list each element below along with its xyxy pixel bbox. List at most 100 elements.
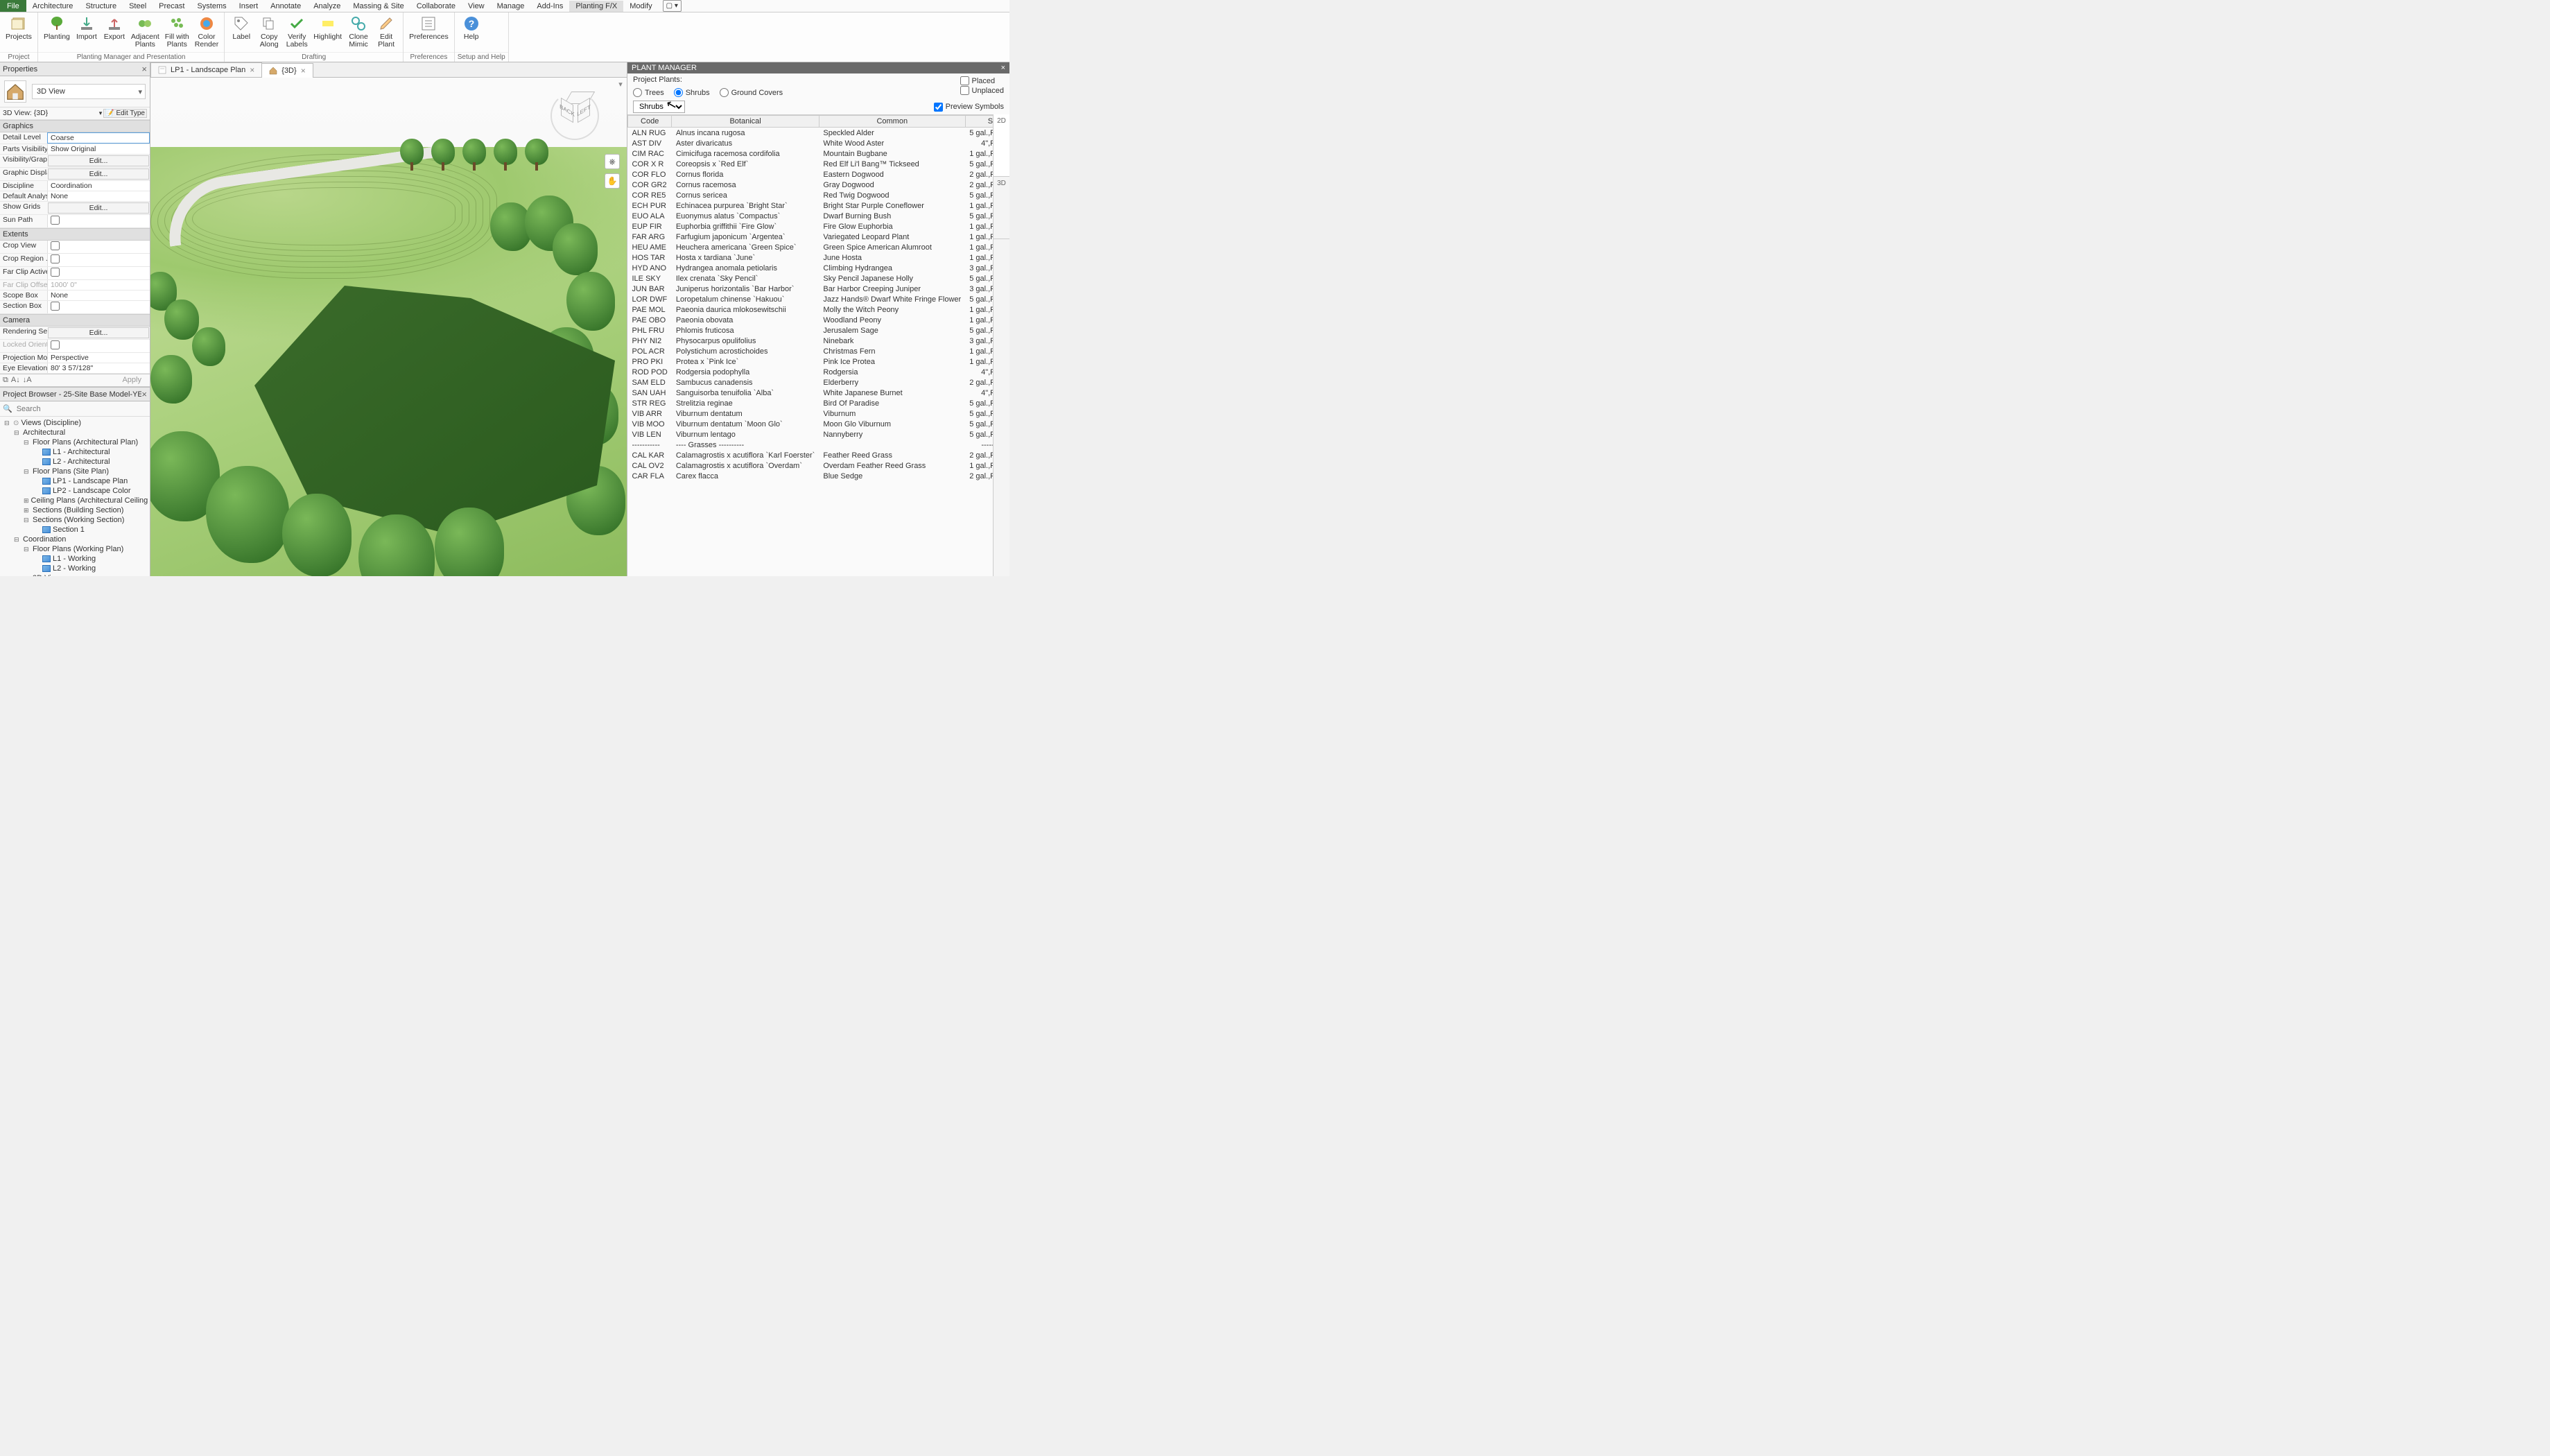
prop-row[interactable]: Detail LevelCoarse (0, 132, 150, 144)
prop-row[interactable]: Crop View (0, 241, 150, 254)
table-row[interactable]: COR FLOCornus floridaEastern Dogwood2 ga… (628, 169, 994, 180)
table-row[interactable]: HEU AMEHeuchera americana `Green Spice`G… (628, 242, 994, 252)
close-icon[interactable]: × (250, 65, 254, 75)
ribbon-fill-with-plants-button[interactable]: Fill withPlants (162, 14, 192, 50)
tree-node[interactable]: ⊟⊙Views (Discipline) (0, 418, 150, 428)
ribbon-preferences-button[interactable]: Preferences (406, 14, 451, 42)
table-row[interactable]: PAE MOLPaeonia daurica mlokosewitschiiMo… (628, 304, 994, 315)
tree-node[interactable]: ⊞Ceiling Plans (Architectural Ceiling Pl… (0, 496, 150, 505)
side-tab-2d[interactable]: 2D (994, 114, 1009, 177)
search-input[interactable] (17, 405, 147, 413)
table-row[interactable]: PHL FRUPhlomis fruticosaJerusalem Sage5 … (628, 325, 994, 336)
ribbon-import-button[interactable]: Import (73, 14, 101, 42)
expander-icon[interactable]: ⊞ (24, 497, 29, 505)
nav-hand-icon[interactable]: ✋ (605, 173, 620, 189)
menu-insert[interactable]: Insert (233, 1, 265, 12)
tree-node[interactable]: ⊟Floor Plans (Architectural Plan) (0, 437, 150, 447)
project-tree[interactable]: ⊟⊙Views (Discipline)⊟Architectural⊟Floor… (0, 417, 150, 576)
radio-shrubs[interactable]: Shrubs (674, 88, 710, 97)
prop-row[interactable]: Far Clip Active (0, 267, 150, 280)
ribbon-clone-mimic-button[interactable]: CloneMimic (345, 14, 372, 50)
table-row[interactable]: SAN UAHSanguisorba tenuifolia `Alba`Whit… (628, 388, 994, 398)
table-row[interactable]: VIB MOOViburnum dentatum `Moon Glo`Moon … (628, 419, 994, 429)
ribbon-export-button[interactable]: Export (101, 14, 128, 42)
table-row[interactable]: PHY NI2Physocarpus opulifoliusNinebark3 … (628, 336, 994, 346)
menu-massing-site[interactable]: Massing & Site (347, 1, 410, 12)
table-row[interactable]: CAR FLACarex flaccaBlue Sedge2 gal.,Pot (628, 471, 994, 481)
menu-manage[interactable]: Manage (491, 1, 531, 12)
ribbon-label-button[interactable]: Label (227, 14, 255, 42)
table-row[interactable]: VIB ARRViburnum dentatumViburnum5 gal.,P… (628, 408, 994, 419)
tree-node[interactable]: ⊟Architectural (0, 428, 150, 437)
menu-steel[interactable]: Steel (123, 1, 153, 12)
close-icon[interactable]: × (301, 66, 306, 76)
menu-annotate[interactable]: Annotate (264, 1, 307, 12)
sort-asc-icon[interactable]: A↓ (11, 376, 20, 385)
prop-row[interactable]: Graphic Displa...Edit... (0, 168, 150, 181)
table-row[interactable]: ROD PODRodgersia podophyllaRodgersia4",P… (628, 367, 994, 377)
tree-node[interactable]: ⊟Sections (Working Section) (0, 515, 150, 525)
menu-architecture[interactable]: Architecture (26, 1, 80, 12)
menu-collaborate[interactable]: Collaborate (410, 1, 462, 12)
expander-icon[interactable]: ⊞ (24, 507, 31, 514)
table-row[interactable]: SAM ELDSambucus canadensisElderberry2 ga… (628, 377, 994, 388)
ribbon-adjacent-plants-button[interactable]: AdjacentPlants (128, 14, 162, 50)
menu-structure[interactable]: Structure (79, 1, 123, 12)
expander-icon[interactable]: ⊟ (24, 468, 31, 476)
menu-precast[interactable]: Precast (153, 1, 191, 12)
check-unplaced[interactable]: Unplaced (960, 86, 1004, 95)
table-row[interactable]: CAL KARCalamagrostis x acutiflora `Karl … (628, 450, 994, 460)
expander-icon[interactable]: ⊟ (24, 517, 31, 524)
tree-node[interactable]: LP2 - Landscape Color (0, 486, 150, 496)
expander-icon[interactable]: ⊟ (14, 536, 21, 544)
table-row[interactable]: HYD ANOHydrangea anomala petiolarisClimb… (628, 263, 994, 273)
ribbon-projects-button[interactable]: Projects (3, 14, 35, 42)
ribbon-verify-labels-button[interactable]: VerifyLabels (283, 14, 311, 50)
ribbon-color-render-button[interactable]: ColorRender (192, 14, 221, 50)
type-selector[interactable]: 3D View (32, 84, 146, 99)
tree-node[interactable]: L2 - Working (0, 564, 150, 573)
menu-modify[interactable]: Modify (623, 1, 658, 12)
table-row[interactable]: --------------- Grasses ----------------… (628, 440, 994, 450)
sort-desc-icon[interactable]: ↓A (23, 376, 32, 385)
radio-ground-covers[interactable]: Ground Covers (720, 88, 783, 97)
menu-systems[interactable]: Systems (191, 1, 232, 12)
tree-node[interactable]: ⊟3D Views (0, 573, 150, 576)
expander-icon[interactable]: ⊟ (14, 429, 21, 437)
table-row[interactable]: EUO ALAEuonymus alatus `Compactus`Dwarf … (628, 211, 994, 221)
table-row[interactable]: STR REGStrelitzia reginaeBird Of Paradis… (628, 398, 994, 408)
tree-node[interactable]: L1 - Architectural (0, 447, 150, 457)
side-tab-3d[interactable]: 3D (994, 177, 1009, 239)
prop-row[interactable]: Default Analys...None (0, 191, 150, 202)
menu-ext-dropdown-icon[interactable]: ▢ ▾ (663, 0, 682, 12)
table-row[interactable]: COR GR2Cornus racemosaGray Dogwood2 gal.… (628, 180, 994, 190)
tree-node[interactable]: ⊞Sections (Building Section) (0, 505, 150, 515)
prop-row[interactable]: Eye Elevation80' 3 57/128" (0, 363, 150, 374)
menu-add-ins[interactable]: Add-Ins (530, 1, 569, 12)
prop-row[interactable]: Show GridsEdit... (0, 202, 150, 215)
prop-row[interactable]: Far Clip Offset1000' 0" (0, 280, 150, 291)
doc-tab[interactable]: LP1 - Landscape Plan× (150, 62, 262, 77)
table-row[interactable]: POL ACRPolystichum acrostichoidesChristm… (628, 346, 994, 356)
prop-row[interactable]: Scope BoxNone (0, 291, 150, 301)
close-icon[interactable]: × (141, 389, 147, 399)
prop-row[interactable]: Section Box (0, 301, 150, 314)
table-row[interactable]: LOR DWFLoropetalum chinense `Hakuou`Jazz… (628, 294, 994, 304)
prop-row[interactable]: Sun Path (0, 215, 150, 228)
table-row[interactable]: ALN RUGAlnus incana rugosaSpeckled Alder… (628, 128, 994, 139)
instance-dropdown-icon[interactable]: ▾ (99, 110, 103, 117)
prop-category[interactable]: Camera (0, 314, 150, 327)
prop-row[interactable]: Locked Orient... (0, 340, 150, 353)
prop-category[interactable]: Graphics (0, 120, 150, 132)
col-common[interactable]: Common (819, 116, 965, 128)
tree-node[interactable]: LP1 - Landscape Plan (0, 476, 150, 486)
menu-file[interactable]: File (0, 0, 26, 12)
table-row[interactable]: ECH PUREchinacea purpurea `Bright Star`B… (628, 200, 994, 211)
close-icon[interactable]: × (141, 64, 147, 74)
tree-node[interactable]: ⊟Floor Plans (Working Plan) (0, 544, 150, 554)
col-code[interactable]: Code (628, 116, 672, 128)
prop-row[interactable]: Projection Mo...Perspective (0, 353, 150, 363)
table-row[interactable]: CIM RACCimicifuga racemosa cordifoliaMou… (628, 148, 994, 159)
ribbon-help-button[interactable]: ?Help (458, 14, 485, 42)
table-row[interactable]: EUP FIREuphorbia griffithii `Fire Glow`F… (628, 221, 994, 232)
